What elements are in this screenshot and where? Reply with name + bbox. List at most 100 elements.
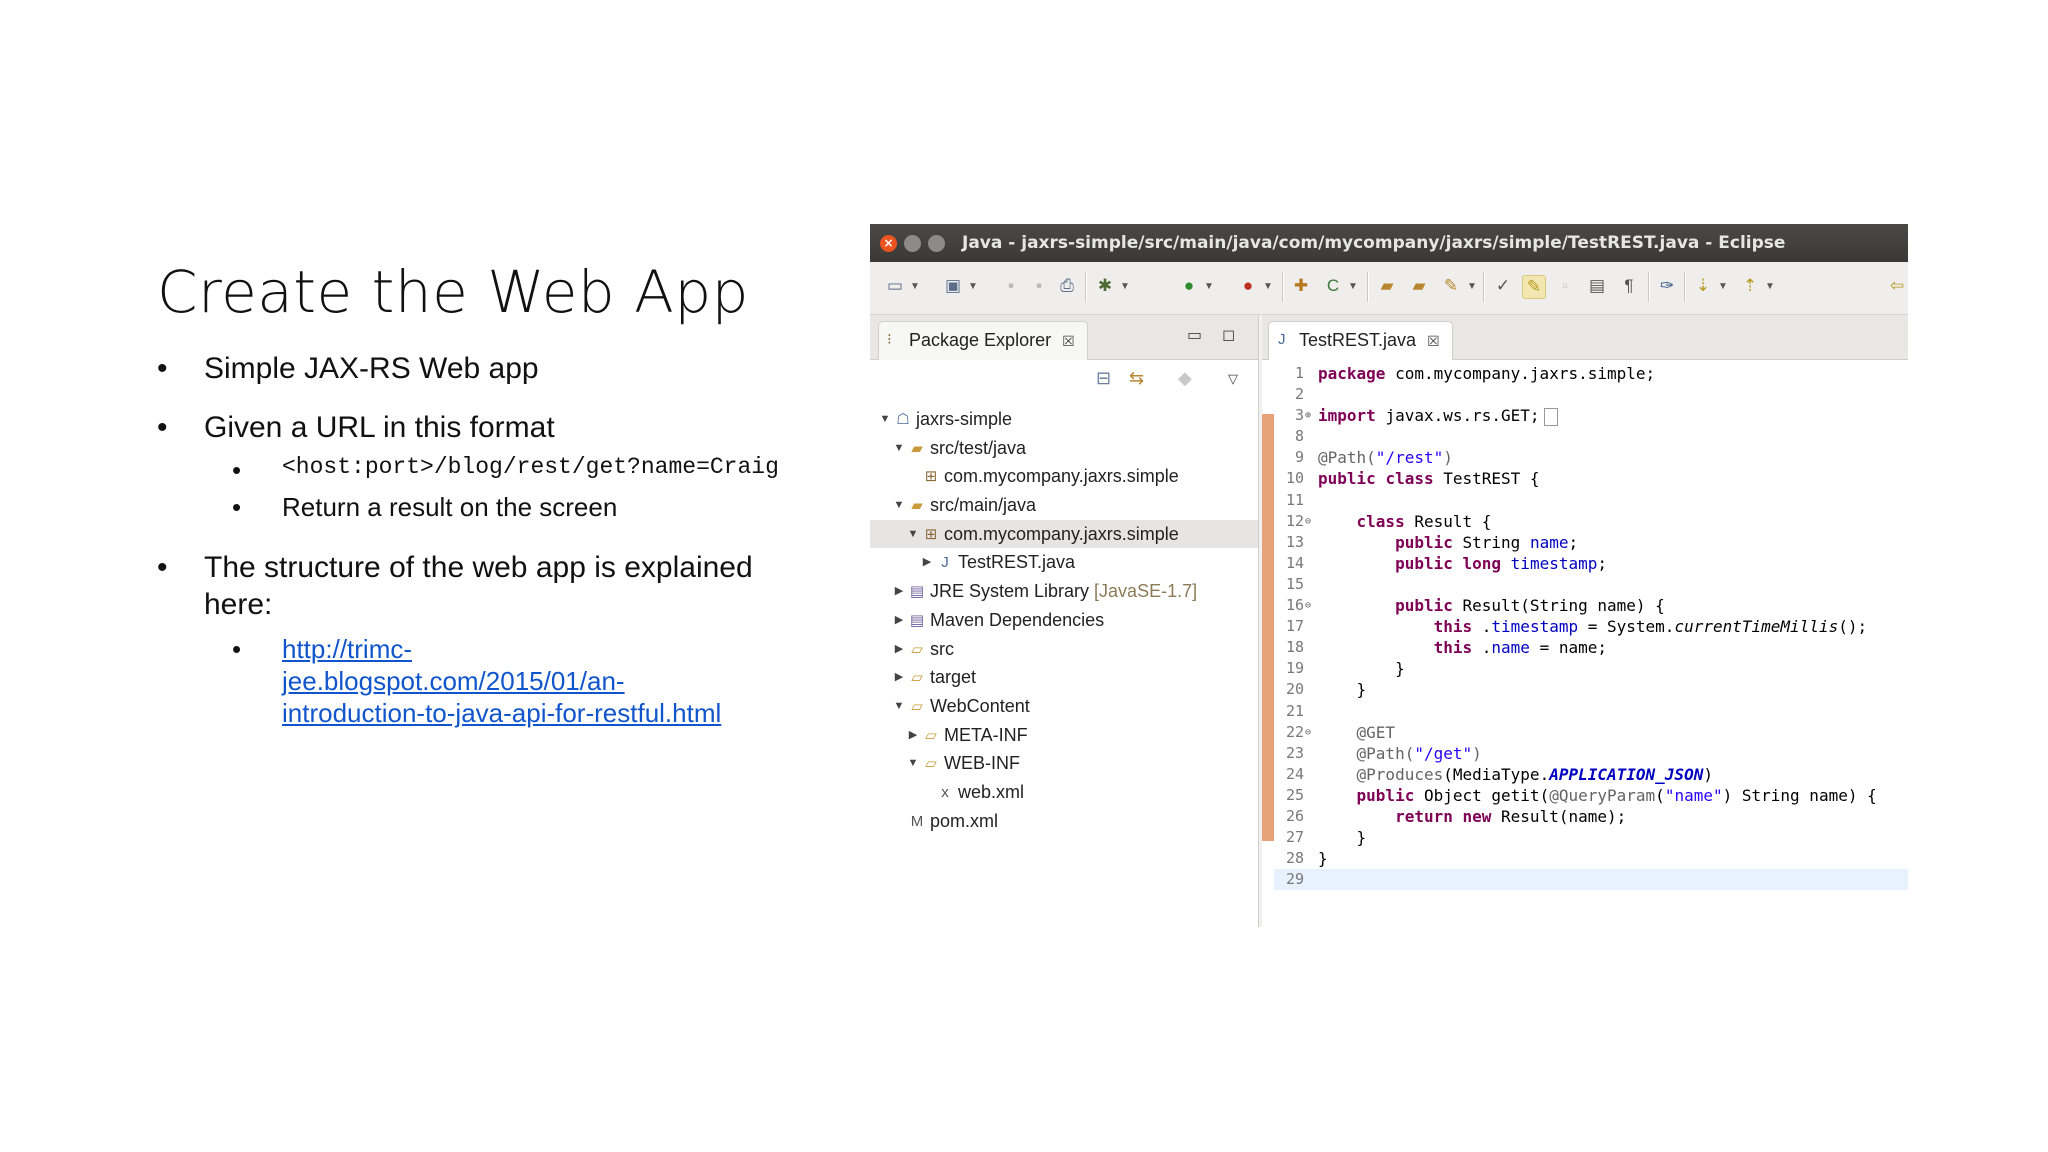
tree-item[interactable]: ⊞ com.mycompany.jaxrs.simple — [870, 462, 1258, 491]
code-line[interactable]: 12 ⊖ class Result { — [1274, 511, 1908, 532]
new-icon[interactable]: ▭ — [884, 275, 906, 297]
collapsed-region-box[interactable] — [1543, 407, 1558, 426]
expanded-arrow-icon[interactable]: ▼ — [906, 520, 920, 549]
code-line[interactable]: 22 ⊖ @GET — [1274, 722, 1908, 743]
code-line[interactable]: 15 — [1274, 574, 1908, 595]
tree-item[interactable]: Mpom.xml — [870, 807, 1258, 836]
show-whitespace-icon[interactable]: ▤ — [1586, 275, 1608, 297]
tree-item[interactable]: ▼ ☖ jaxrs-simple — [870, 405, 1258, 434]
code-area[interactable]: 1 package com.mycompany.jaxrs.simple; 2 3 ⊕ i… — [1274, 363, 1908, 891]
mark-occurrences-icon[interactable]: ✎ — [1522, 275, 1546, 299]
close-window-button[interactable]: × — [880, 235, 897, 252]
chevron-down-icon[interactable]: ▼ — [1347, 276, 1359, 298]
expanded-arrow-icon[interactable]: ▼ — [892, 434, 906, 463]
code-line[interactable]: 18 this .name = name; — [1274, 637, 1908, 658]
view-menu-icon[interactable]: ▽ — [1228, 371, 1238, 387]
code-line[interactable]: 11 — [1274, 490, 1908, 511]
expanded-arrow-icon[interactable]: ▼ — [906, 749, 920, 778]
close-icon[interactable]: ☒ — [1062, 333, 1075, 349]
chevron-down-icon[interactable]: ▼ — [1203, 276, 1215, 298]
collapsed-arrow-icon[interactable]: ▶ — [892, 577, 906, 606]
code-line[interactable]: 28} — [1274, 848, 1908, 869]
code-line[interactable]: 23 @Path("/get") — [1274, 743, 1908, 764]
collapse-fold-icon[interactable]: ⊖ — [1305, 511, 1311, 532]
tree-item[interactable]: ▶ ▱ META-INF — [870, 721, 1258, 750]
code-line[interactable]: 20 } — [1274, 679, 1908, 700]
tree-item[interactable]: ▼ ⊞ com.mycompany.jaxrs.simple — [870, 519, 1258, 549]
expanded-arrow-icon[interactable]: ▼ — [892, 491, 906, 520]
tab-package-explorer[interactable]: ⁝ Package Explorer ☒ — [878, 321, 1088, 360]
expand-fold-icon[interactable]: ⊕ — [1305, 405, 1311, 426]
tree-item[interactable]: ▶ ▱ target — [870, 663, 1258, 692]
pin-icon[interactable]: ✑ — [1656, 275, 1678, 297]
tree-item[interactable]: ▶ ▤ JRE System Library [JavaSE-1.7] — [870, 577, 1258, 606]
save-all-icon[interactable]: ▪ — [1028, 275, 1050, 297]
block-selection-icon[interactable]: ▫ — [1554, 275, 1576, 297]
code-line[interactable]: 19 } — [1274, 658, 1908, 679]
focus-icon[interactable]: ◆ — [1178, 368, 1192, 389]
collapsed-arrow-icon[interactable]: ▶ — [892, 663, 906, 692]
chevron-down-icon[interactable]: ▼ — [1262, 276, 1274, 298]
print-icon[interactable]: ⎙ — [1056, 275, 1078, 297]
open-folder-icon[interactable]: ▰ — [1408, 275, 1430, 297]
collapse-fold-icon[interactable]: ⊖ — [1305, 722, 1311, 743]
tree-item[interactable]: ▶ J TestREST.java — [870, 548, 1258, 577]
collapsed-arrow-icon[interactable]: ▶ — [892, 606, 906, 635]
maximize-view-icon[interactable]: ◻ — [1222, 325, 1235, 345]
tab-testrest-java[interactable]: J TestREST.java ☒ — [1268, 321, 1453, 360]
minimize-view-icon[interactable]: ▭ — [1187, 325, 1202, 345]
chevron-down-icon[interactable]: ▼ — [1717, 276, 1729, 298]
code-line[interactable]: 10 public class TestREST { — [1274, 468, 1908, 489]
expanded-arrow-icon[interactable]: ▼ — [892, 692, 906, 721]
code-line[interactable]: 24 @Produces(MediaType.APPLICATION_JSON) — [1274, 764, 1908, 785]
code-line[interactable]: 16 ⊖ public Result(String name) { — [1274, 595, 1908, 616]
chevron-down-icon[interactable]: ▼ — [1466, 276, 1478, 298]
tree-item[interactable]: ▼ ▱ WEB-INF — [870, 749, 1258, 778]
code-line[interactable]: 17 this .timestamp = System.currentTimeM… — [1274, 616, 1908, 637]
new-java-project-icon[interactable]: ✚ — [1290, 275, 1312, 297]
debug-icon[interactable]: ✱ — [1094, 275, 1116, 297]
tree-item[interactable]: ▶ ▱ src — [870, 635, 1258, 664]
tree-item[interactable]: ▼ ▱ WebContent — [870, 692, 1258, 721]
save-icon[interactable]: ▪ — [1000, 275, 1022, 297]
tree-item[interactable]: ▼ ▰ src/test/java — [870, 434, 1258, 463]
tree-item[interactable]: ▼ ▰ src/main/java — [870, 491, 1258, 520]
code-line[interactable]: 2 — [1274, 384, 1908, 405]
new-class-icon[interactable]: C — [1322, 275, 1344, 297]
collapsed-arrow-icon[interactable]: ▶ — [892, 635, 906, 664]
previous-annotation-icon[interactable]: ⇡ — [1739, 275, 1761, 297]
next-annotation-icon[interactable]: ⇣ — [1692, 275, 1714, 297]
code-line[interactable]: 26 return new Result(name); — [1274, 806, 1908, 827]
search-icon[interactable]: ✎ — [1440, 275, 1462, 297]
code-line[interactable]: 1 package com.mycompany.jaxrs.simple; — [1274, 363, 1908, 384]
chevron-down-icon[interactable]: ▼ — [967, 276, 979, 298]
code-line[interactable]: 13 public String name; — [1274, 532, 1908, 553]
collapse-all-icon[interactable]: ⊟ — [1096, 368, 1111, 389]
code-line[interactable]: 29 — [1274, 869, 1908, 891]
chevron-down-icon[interactable]: ▼ — [1119, 276, 1131, 298]
close-icon[interactable]: ☒ — [1427, 333, 1440, 349]
new-wizard-icon[interactable]: ▣ — [942, 275, 964, 297]
collapse-fold-icon[interactable]: ⊖ — [1305, 595, 1311, 616]
minimize-window-button[interactable] — [904, 235, 921, 252]
link-with-editor-icon[interactable]: ⇆ — [1129, 368, 1144, 389]
back-icon[interactable]: ⇦ — [1886, 275, 1908, 297]
collapsed-arrow-icon[interactable]: ▶ — [906, 721, 920, 750]
pilcrow-icon[interactable]: ¶ — [1618, 275, 1640, 297]
external-tools-icon[interactable]: ● — [1237, 275, 1259, 297]
code-line[interactable]: 25 public Object getit(@QueryParam("name… — [1274, 785, 1908, 806]
tree-item[interactable]: ▶ ▤ Maven Dependencies — [870, 606, 1258, 635]
maximize-window-button[interactable] — [928, 235, 945, 252]
chevron-down-icon[interactable]: ▼ — [909, 276, 921, 298]
code-line[interactable]: 14 public long timestamp; — [1274, 553, 1908, 574]
expanded-arrow-icon[interactable]: ▼ — [878, 405, 892, 434]
run-icon[interactable]: ● — [1178, 275, 1200, 297]
open-type-icon[interactable]: ▰ — [1376, 275, 1398, 297]
toggle-annotation-icon[interactable]: ✓ — [1492, 275, 1514, 297]
code-line[interactable]: 9 @Path("/rest") — [1274, 447, 1908, 468]
tree-item[interactable]: x web.xml — [870, 778, 1258, 807]
code-line[interactable]: 8 — [1274, 426, 1908, 447]
code-line[interactable]: 3 ⊕ import javax.ws.rs.GET; — [1274, 405, 1908, 426]
blog-link[interactable]: http://trimc- jee.blogspot.com/2015/01/a… — [282, 633, 797, 729]
chevron-down-icon[interactable]: ▼ — [1764, 276, 1776, 298]
